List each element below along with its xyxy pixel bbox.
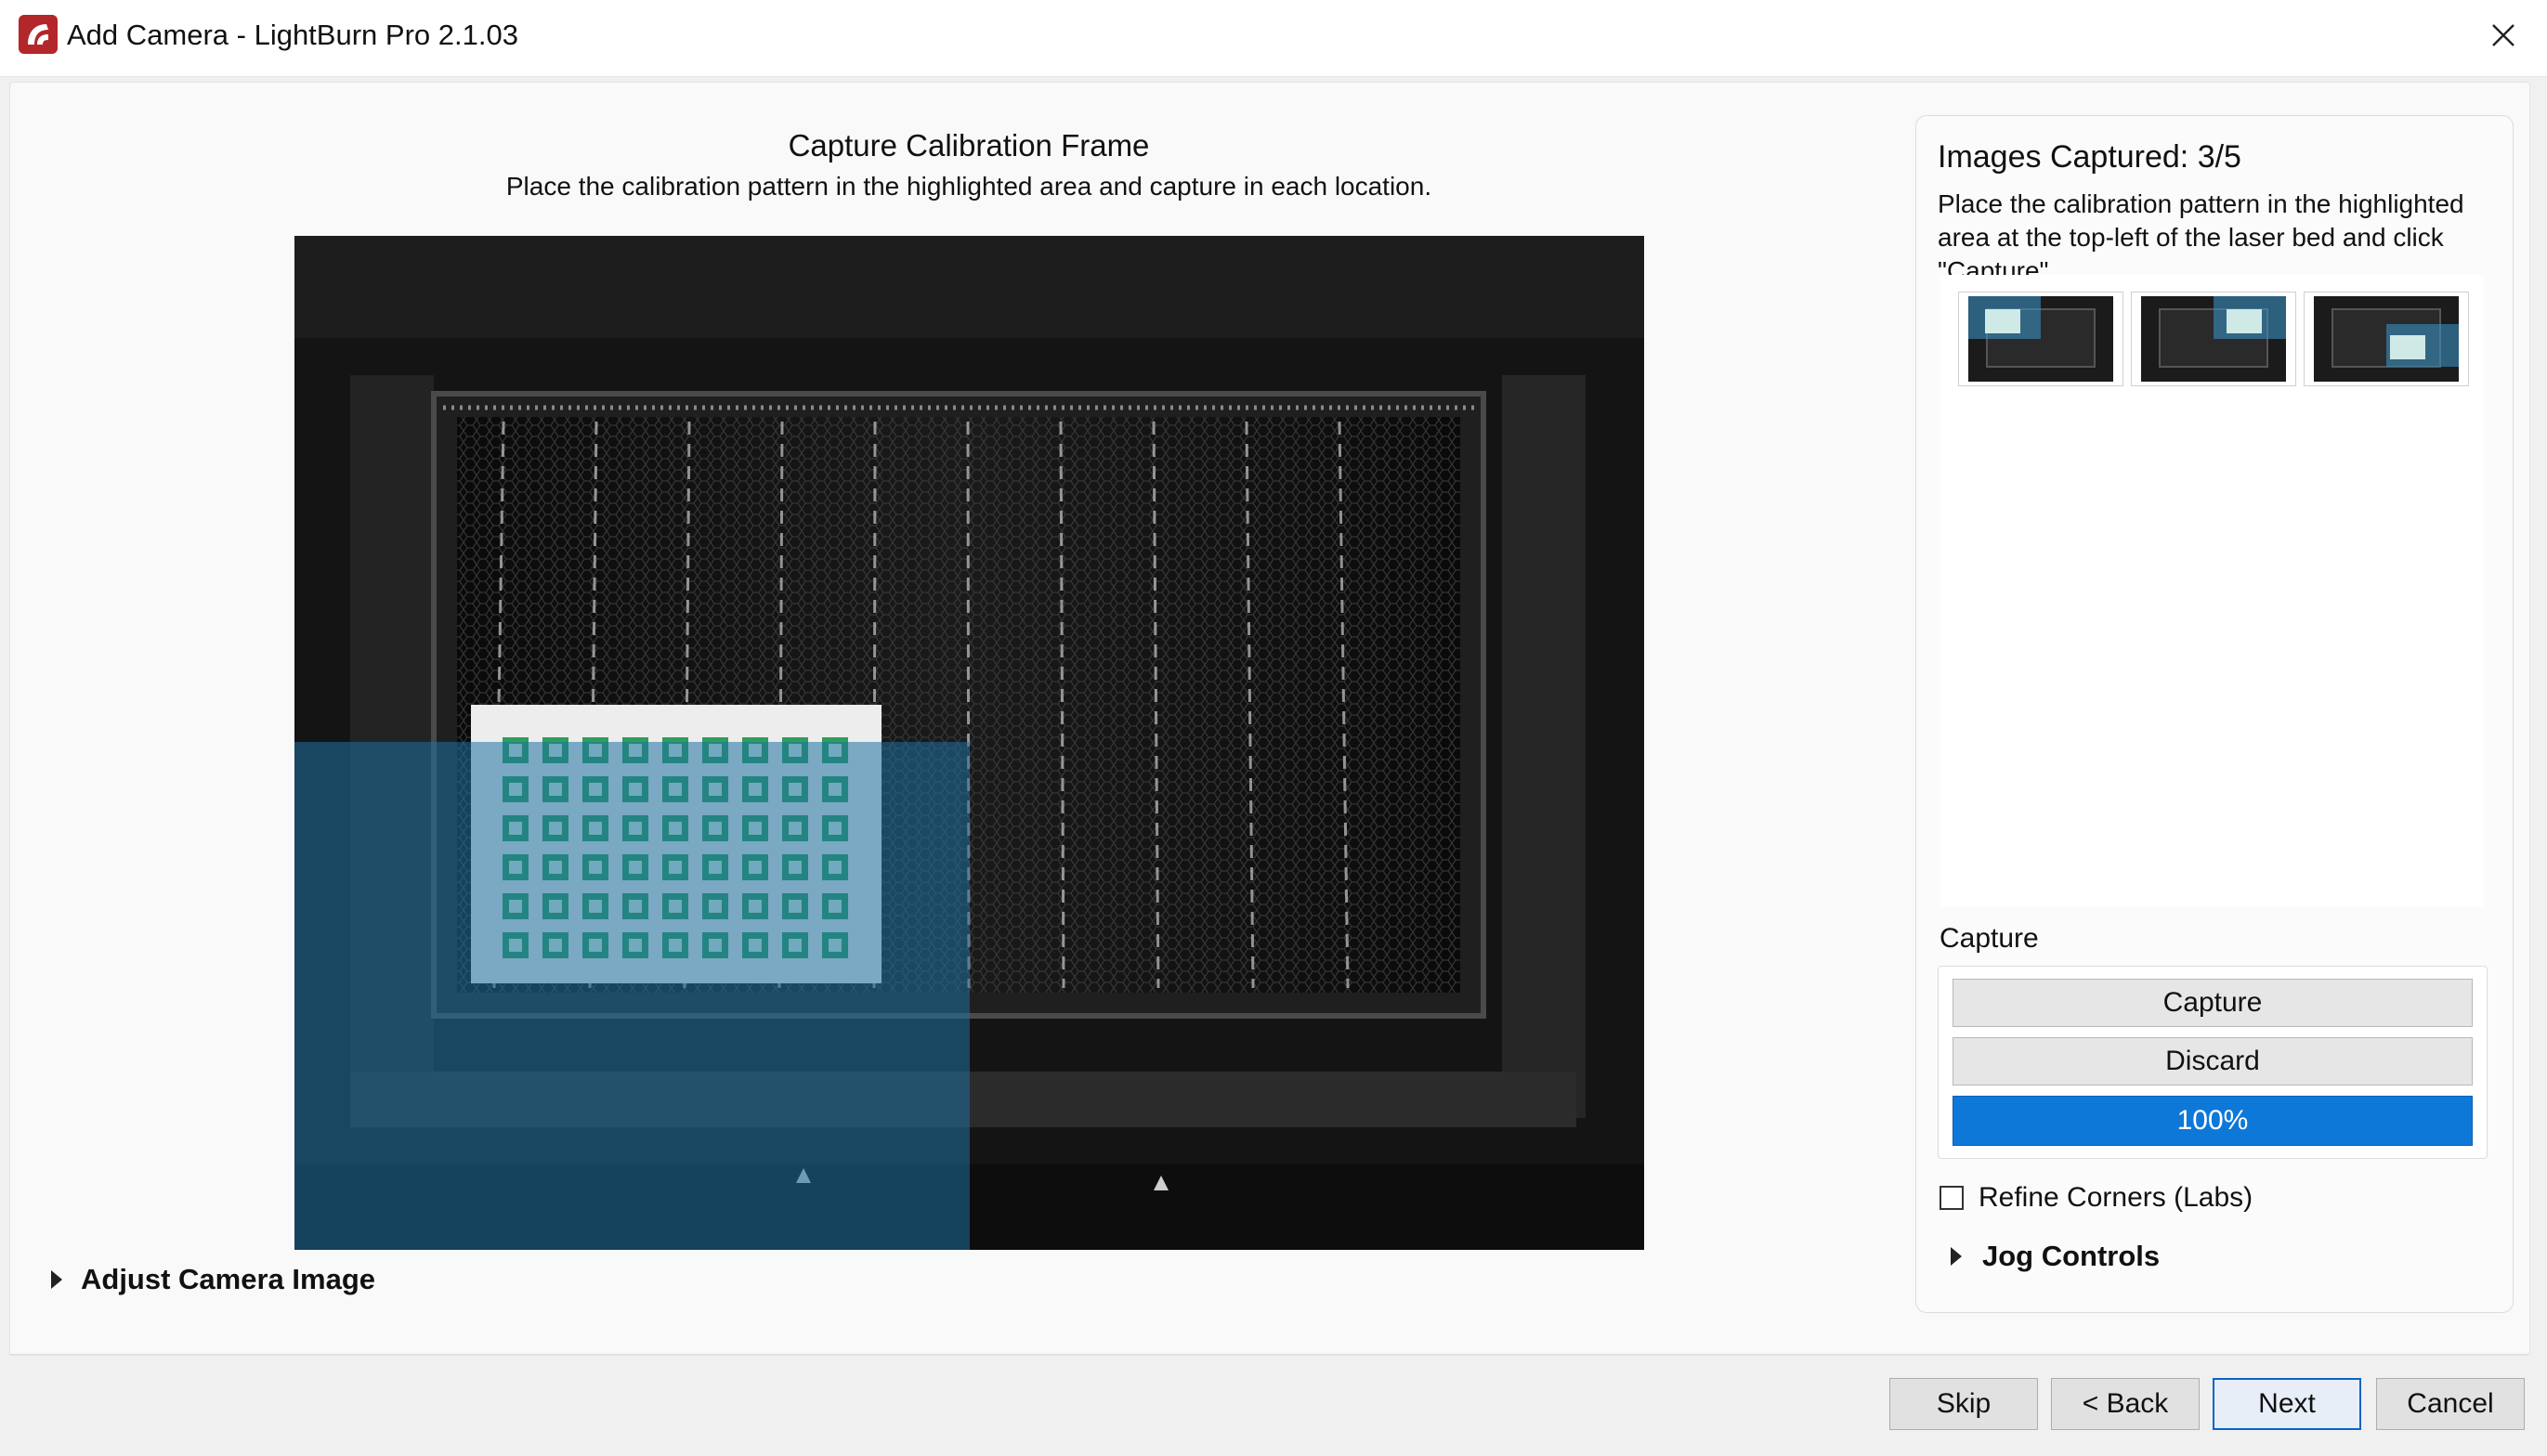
thumbnail-image	[1968, 296, 2113, 382]
capture-section-label: Capture	[1940, 923, 2039, 954]
next-button[interactable]: Next	[2213, 1378, 2361, 1430]
adjust-camera-label: Adjust Camera Image	[81, 1263, 375, 1295]
skip-button[interactable]: Skip	[1889, 1378, 2038, 1430]
progress-label: 100%	[2176, 1105, 2249, 1136]
discard-button[interactable]: Discard	[1953, 1037, 2473, 1086]
thumbnail-image	[2314, 296, 2459, 382]
step-title: Capture Calibration Frame	[788, 128, 1150, 162]
images-captured-count: Images Captured: 3/5	[1938, 139, 2241, 175]
thumbnail-image	[2141, 296, 2286, 382]
close-button[interactable]	[2471, 7, 2536, 63]
close-icon	[2492, 24, 2514, 46]
cancel-button[interactable]: Cancel	[2376, 1378, 2525, 1430]
back-button[interactable]: < Back	[2051, 1378, 2200, 1430]
step-subtitle: Place the calibration pattern in the hig…	[505, 172, 1432, 201]
refine-corners-checkbox[interactable]	[1940, 1186, 1964, 1210]
camera-preview[interactable]	[294, 236, 1644, 1250]
caret-right-icon	[1951, 1247, 1962, 1266]
capture-instructions: Place the calibration pattern in the hig…	[1938, 189, 2464, 285]
capture-button[interactable]: Capture	[1953, 979, 2473, 1027]
lightburn-logo-icon	[19, 15, 58, 54]
camera-image	[294, 236, 1644, 1250]
captured-thumbnail[interactable]	[2131, 292, 2296, 386]
capture-progress-bar: 100%	[1953, 1096, 2473, 1146]
window-title: Add Camera - LightBurn Pro 2.1.03	[67, 19, 518, 51]
refine-corners-option[interactable]: Refine Corners (Labs)	[1940, 1177, 2253, 1218]
footer-divider	[9, 1354, 2528, 1355]
refine-corners-label: Refine Corners (Labs)	[1979, 1182, 2253, 1213]
adjust-camera-toggle[interactable]: Adjust Camera Image	[51, 1255, 375, 1304]
captured-thumbnail[interactable]	[1958, 292, 2123, 386]
jog-controls-toggle[interactable]: Jog Controls	[1951, 1233, 2160, 1280]
caret-right-icon	[51, 1270, 62, 1289]
jog-controls-label: Jog Controls	[1982, 1240, 2161, 1272]
captured-thumbnail[interactable]	[2304, 292, 2469, 386]
